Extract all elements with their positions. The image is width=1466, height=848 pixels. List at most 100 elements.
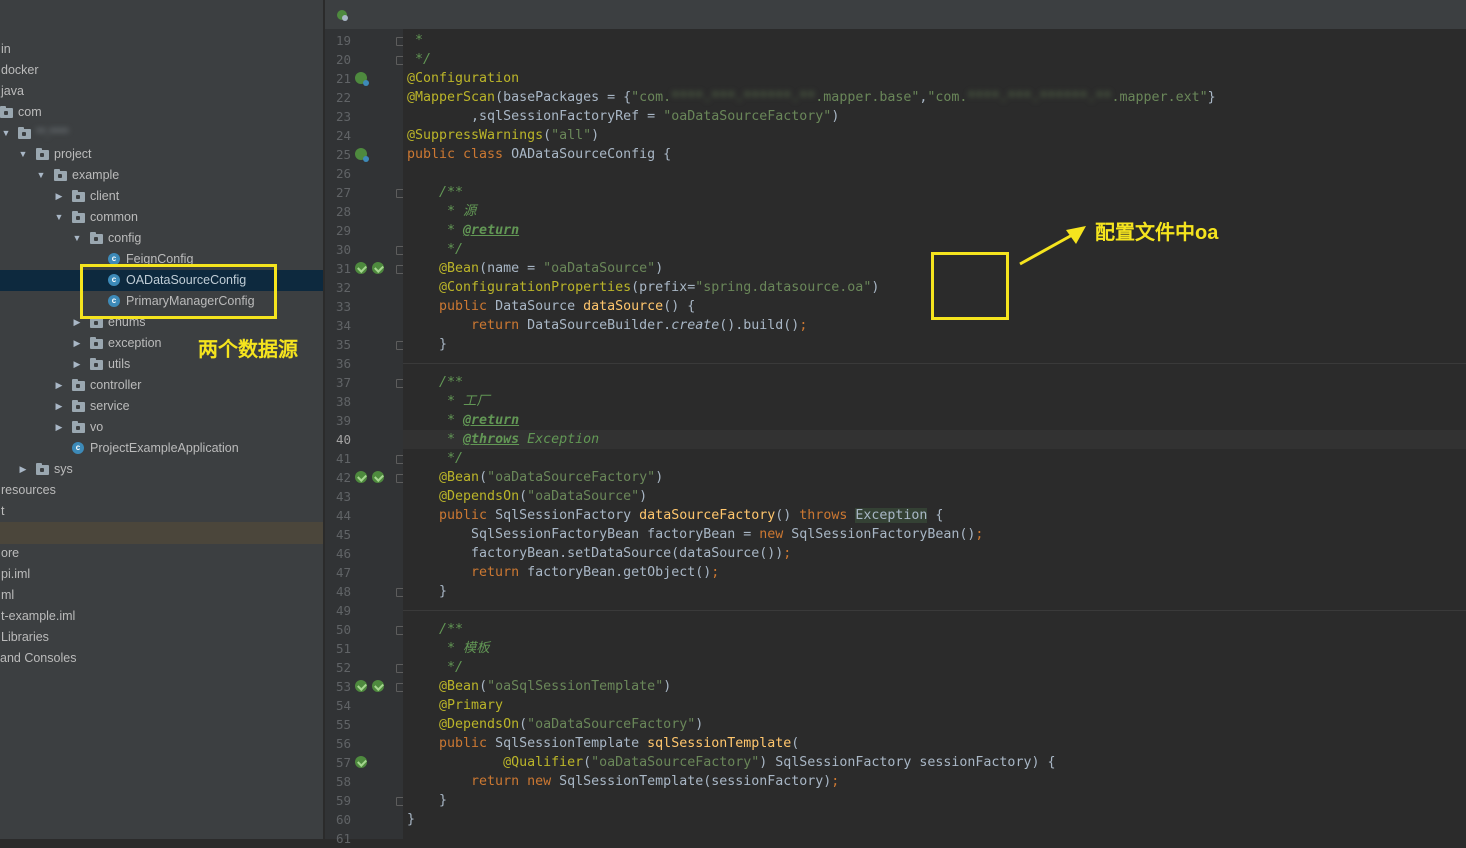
chevron-right-icon[interactable]: ▶: [53, 417, 65, 438]
code-token: @return: [463, 223, 520, 238]
code-line[interactable]: /**: [407, 620, 463, 639]
code-line[interactable]: public SqlSessionTemplate sqlSessionTemp…: [407, 734, 799, 753]
pin-icon[interactable]: [335, 9, 349, 21]
code-line[interactable]: @SuppressWarnings("all"): [407, 126, 599, 145]
code-line[interactable]: public SqlSessionFactory dataSourceFacto…: [407, 506, 943, 525]
tree-item-service[interactable]: ▶ service: [0, 396, 323, 417]
tree-item-example-iml[interactable]: t-example.iml: [0, 606, 323, 627]
code-line[interactable]: /**: [407, 183, 463, 202]
tree-item-common[interactable]: ▼ common: [0, 207, 323, 228]
code-line[interactable]: * 工厂: [407, 392, 490, 411]
chevron-right-icon[interactable]: ▶: [71, 333, 83, 354]
tree-item-example[interactable]: ▼ example: [0, 165, 323, 186]
code-line[interactable]: * @return: [407, 221, 519, 240]
code-line[interactable]: *: [407, 31, 423, 50]
code-line[interactable]: @Primary: [407, 696, 503, 715]
line-number: 42: [335, 470, 351, 485]
code-line[interactable]: return new SqlSessionTemplate(sessionFac…: [407, 772, 839, 791]
spring-bean-gutter-icon[interactable]: [355, 756, 367, 768]
tree-item-projectexampleapplication[interactable]: c ProjectExampleApplication: [0, 438, 323, 459]
tree-item-bin[interactable]: in: [0, 39, 323, 60]
code-line[interactable]: factoryBean.setDataSource(dataSource());: [407, 544, 791, 563]
code-line[interactable]: @ConfigurationProperties(prefix="spring.…: [407, 278, 879, 297]
code-line[interactable]: */: [407, 658, 463, 677]
line-number: 38: [335, 394, 351, 409]
chevron-right-icon[interactable]: ▶: [53, 396, 65, 417]
tree-item-pom-xml[interactable]: ml: [0, 585, 323, 606]
spring-bean-gutter-icon[interactable]: [372, 680, 384, 692]
code-line[interactable]: * @throws Exception: [403, 430, 1466, 449]
chevron-right-icon[interactable]: ▶: [53, 186, 65, 207]
code-token: new: [759, 527, 792, 542]
code-line[interactable]: return factoryBean.getObject();: [407, 563, 719, 582]
code-token: SqlSessionTemplate(sessionFactory): [559, 774, 832, 789]
tree-item-external-libraries[interactable]: Libraries: [0, 627, 323, 648]
tree-item-config[interactable]: ▼ config: [0, 228, 323, 249]
spring-bean-gutter-icon[interactable]: [355, 262, 367, 274]
line-number: 30: [335, 242, 351, 257]
code-line[interactable]: public class OADataSourceConfig {: [407, 145, 671, 164]
chevron-down-icon[interactable]: ▼: [0, 123, 12, 144]
code-line[interactable]: @Configuration: [407, 69, 519, 88]
code-line[interactable]: return DataSourceBuilder.create().build(…: [407, 316, 807, 335]
tree-item-resources[interactable]: resources: [0, 480, 323, 501]
line-number: 22: [335, 90, 351, 105]
code-token: ): [871, 280, 880, 295]
tree-item-scratches-consoles[interactable]: and Consoles: [0, 648, 323, 669]
code-line[interactable]: @Bean(name = "oaDataSource"): [407, 259, 663, 278]
tree-item-api-iml[interactable]: pi.iml: [0, 564, 323, 585]
spring-bean-gutter-icon[interactable]: [372, 471, 384, 483]
spring-config-gutter-icon[interactable]: [355, 148, 369, 162]
arrow-icon: [1019, 226, 1086, 266]
code-token: return: [407, 318, 528, 333]
code-line[interactable]: @Bean("oaDataSourceFactory"): [407, 468, 663, 487]
code-line[interactable]: * 源: [407, 202, 476, 221]
tree-item-project[interactable]: ▼ project: [0, 144, 323, 165]
tree-item-com[interactable]: com: [0, 102, 323, 123]
chevron-down-icon[interactable]: ▼: [53, 207, 65, 228]
line-number: 43: [335, 489, 351, 504]
code-line[interactable]: */: [407, 449, 463, 468]
tree-item-package-blurred[interactable]: ▼ **.****: [0, 123, 323, 144]
code-line[interactable]: ,sqlSessionFactoryRef = "oaDataSourceFac…: [407, 107, 839, 126]
chevron-right-icon[interactable]: ▶: [17, 459, 29, 480]
spring-bean-gutter-icon[interactable]: [355, 471, 367, 483]
code-line[interactable]: }: [407, 791, 447, 810]
tree-item-vo[interactable]: ▶ vo: [0, 417, 323, 438]
code-editor[interactable]: * */ @Configuration @MapperScan(basePackag…: [403, 29, 1466, 839]
code-line[interactable]: @Qualifier("oaDataSourceFactory") SqlSes…: [407, 753, 1055, 772]
chevron-right-icon[interactable]: ▶: [53, 375, 65, 396]
tree-item-t[interactable]: t: [0, 501, 323, 522]
code-line[interactable]: }: [407, 582, 447, 601]
code-line[interactable]: @DependsOn("oaDataSourceFactory"): [407, 715, 703, 734]
spring-config-gutter-icon[interactable]: [355, 72, 369, 86]
code-line[interactable]: @MapperScan(basePackages = {"com.****.**…: [407, 88, 1216, 107]
tree-item-controller[interactable]: ▶ controller: [0, 375, 323, 396]
tree-item-sys[interactable]: ▶ sys: [0, 459, 323, 480]
code-line[interactable]: */: [407, 240, 463, 259]
code-token: dataSource: [583, 299, 664, 314]
chevron-down-icon[interactable]: ▼: [17, 144, 29, 165]
spring-bean-gutter-icon[interactable]: [372, 262, 384, 274]
code-line[interactable]: */: [407, 50, 431, 69]
code-line[interactable]: }: [407, 810, 415, 829]
code-line[interactable]: public DataSource dataSource() {: [407, 297, 695, 316]
tree-item-docker[interactable]: docker: [0, 60, 323, 81]
code-token: ;: [831, 774, 840, 789]
tree-item-java[interactable]: java: [0, 81, 323, 102]
code-line[interactable]: * @return: [407, 411, 519, 430]
chevron-right-icon[interactable]: ▶: [71, 354, 83, 375]
code-line[interactable]: @Bean("oaSqlSessionTemplate"): [407, 677, 671, 696]
tree-item-client[interactable]: ▶ client: [0, 186, 323, 207]
tree-item-gitignore[interactable]: ore: [0, 543, 323, 564]
chevron-down-icon[interactable]: ▼: [71, 228, 83, 249]
code-line[interactable]: SqlSessionFactoryBean factoryBean = new …: [407, 525, 983, 544]
code-line[interactable]: * 模板: [407, 639, 490, 658]
code-line[interactable]: }: [407, 335, 447, 354]
code-line[interactable]: @DependsOn("oaDataSource"): [407, 487, 647, 506]
spring-bean-gutter-icon[interactable]: [355, 680, 367, 692]
line-number: 44: [335, 508, 351, 523]
code-line[interactable]: /**: [407, 373, 463, 392]
code-token: }: [1207, 90, 1216, 105]
chevron-down-icon[interactable]: ▼: [35, 165, 47, 186]
